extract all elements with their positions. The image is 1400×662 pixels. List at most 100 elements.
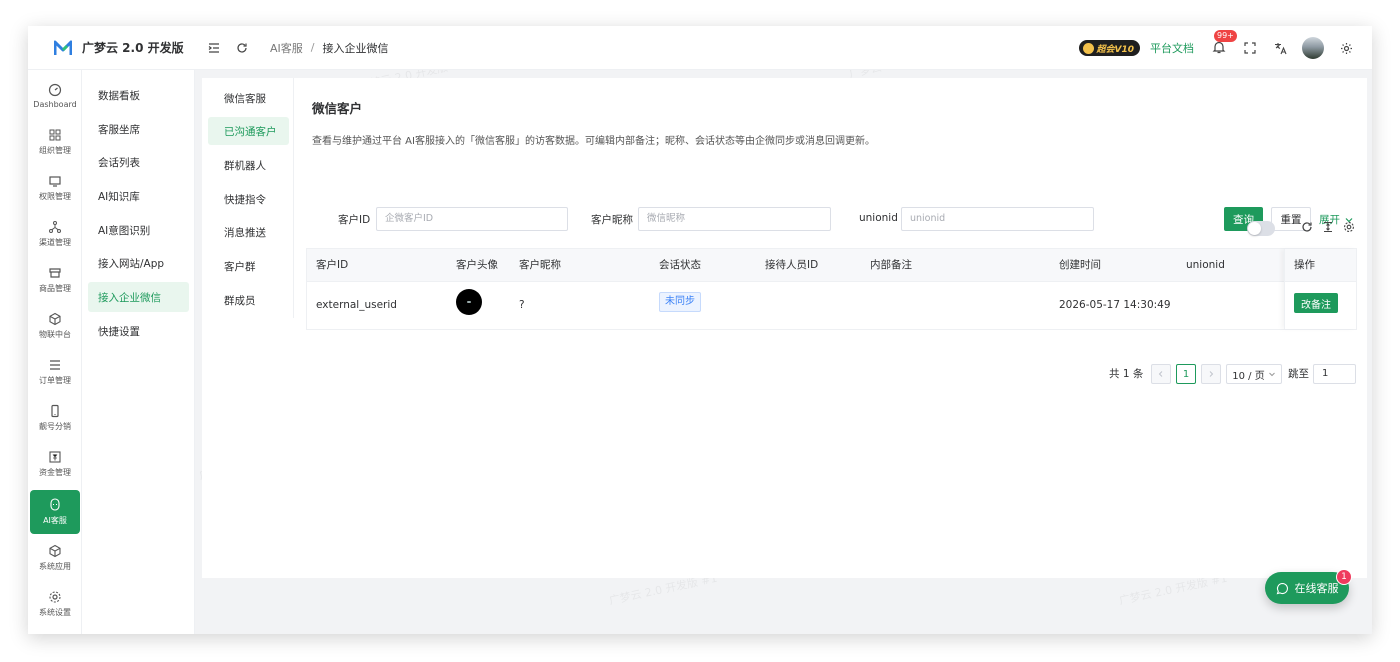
yuan-icon (49, 451, 61, 463)
collapse-menu-icon[interactable] (206, 40, 222, 56)
column-height-icon[interactable] (1321, 220, 1335, 234)
status-badge: 未同步 (659, 292, 701, 312)
nav-item-label: 订单管理 (39, 376, 71, 385)
breadcrumb-separator: / (310, 41, 315, 54)
actions-column: 操作 改备注 (1284, 249, 1356, 329)
chat-bubble-icon (1276, 582, 1288, 594)
submenu-item-agents[interactable]: 客服坐席 (88, 114, 189, 144)
page-title: 微信客户 (312, 101, 363, 116)
main-nav-rail: Dashboard 组织管理 权限管理 渠道管理 商品管理 物联中台 订单管理 (28, 70, 82, 634)
submenu-item-knowledge[interactable]: AI知识库 (88, 181, 189, 211)
submenu-item-sessions[interactable]: 会话列表 (88, 147, 189, 177)
nav-item-ai-service[interactable]: AI客服 (30, 490, 80, 534)
vip-badge[interactable]: 超会V10 (1078, 40, 1140, 56)
cell-created-at: 2026-05-17 14:30:49 (1059, 299, 1171, 311)
column-header: 客户头像 (456, 259, 498, 271)
edit-remark-button[interactable]: 改备注 (1294, 293, 1338, 313)
column-header: 客户昵称 (519, 259, 561, 271)
submenu-item-wecom[interactable]: 接入企业微信 (88, 282, 189, 312)
customer-id-label: 客户ID (338, 214, 371, 226)
submenu-item-quick-settings[interactable]: 快捷设置 (88, 316, 189, 346)
nav-item-label: 资金管理 (39, 468, 71, 477)
tab-wechat-service[interactable]: 微信客服 (208, 84, 289, 112)
customer-id-input[interactable]: 企微客户ID (376, 207, 568, 231)
translate-icon[interactable] (1272, 40, 1288, 56)
table-refresh-icon[interactable] (1300, 220, 1314, 234)
breadcrumb-item[interactable]: AI客服 (270, 40, 303, 56)
nav-item-label: 靓号分销 (39, 422, 71, 431)
crown-icon (1082, 42, 1094, 54)
density-toggle[interactable] (1247, 221, 1275, 236)
customer-avatar[interactable] (456, 289, 482, 315)
dashboard-icon (48, 83, 62, 97)
grid-icon (49, 129, 61, 141)
refresh-icon[interactable] (234, 40, 250, 56)
logo-area[interactable]: 广梦云 2.0 开发版 (28, 26, 196, 70)
settings-gear-icon[interactable] (1338, 40, 1354, 56)
nav-item-label: 物联中台 (39, 330, 71, 339)
robot-icon (50, 498, 60, 511)
user-avatar[interactable] (1302, 37, 1324, 59)
nav-item-finance[interactable]: 资金管理 (30, 442, 80, 486)
header-actions: 超会V10 平台文档 99+ (1078, 26, 1373, 70)
column-header: 操作 (1285, 249, 1356, 282)
column-settings-icon[interactable] (1342, 220, 1356, 234)
top-header: 广梦云 2.0 开发版 AI客服 / 接入企业微信 超会V10 平台文档 99+ (28, 26, 1372, 70)
nav-item-permission[interactable]: 权限管理 (30, 166, 80, 210)
app-title: 广梦云 2.0 开发版 (82, 41, 184, 55)
notification-badge: 99+ (1214, 30, 1237, 42)
nav-item-iot[interactable]: 物联中台 (30, 304, 80, 348)
nav-item-system-settings[interactable]: 系统设置 (30, 582, 80, 626)
jump-page-input[interactable]: 1 (1313, 364, 1356, 384)
jump-label: 跳至 (1288, 368, 1309, 380)
nav-item-label: AI客服 (43, 516, 67, 525)
tab-contacted-customers[interactable]: 已沟通客户 (208, 117, 289, 145)
monitor-icon (49, 176, 61, 187)
prev-page-button[interactable] (1151, 364, 1171, 384)
page-number-button[interactable]: 1 (1176, 364, 1196, 384)
nav-item-org[interactable]: 组织管理 (30, 120, 80, 164)
app-window: 广梦云 2.0 开发版 #1 广梦云 2.0 开发版 #1 广梦云 2.0 开发… (28, 26, 1372, 634)
platform-docs-link[interactable]: 平台文档 (1150, 40, 1194, 56)
nav-item-dashboard[interactable]: Dashboard (30, 74, 80, 118)
gear-icon (49, 591, 61, 603)
fullscreen-icon[interactable] (1242, 40, 1258, 56)
network-icon (49, 221, 61, 233)
page-description: 查看与维护通过平台 AI客服接入的「微信客服」的访客数据。可编辑内部备注；昵称、… (312, 136, 875, 147)
next-page-button[interactable] (1201, 364, 1221, 384)
column-header: 创建时间 (1059, 259, 1101, 271)
submenu-item-intent[interactable]: AI意图识别 (88, 215, 189, 245)
store-icon (49, 268, 61, 278)
support-unread-badge: 1 (1336, 569, 1352, 585)
submenu-item-dashboard[interactable]: 数据看板 (88, 80, 189, 110)
nav-item-label: Dashboard (33, 100, 77, 109)
notification-button[interactable]: 99+ (1212, 30, 1237, 56)
tab-message-push[interactable]: 消息推送 (208, 218, 289, 246)
chevron-left-icon (1158, 371, 1163, 377)
nickname-label: 客户昵称 (591, 214, 633, 226)
tab-group-members[interactable]: 群成员 (208, 286, 289, 314)
column-header: 内部备注 (870, 259, 912, 271)
column-header: 接待人员ID (765, 259, 819, 271)
breadcrumb: AI客服 / 接入企业微信 (270, 40, 389, 56)
nav-item-number-distribution[interactable]: 靓号分销 (30, 396, 80, 440)
nav-item-order[interactable]: 订单管理 (30, 350, 80, 394)
nav-item-system-apps[interactable]: 系统应用 (30, 536, 80, 580)
nav-item-product[interactable]: 商品管理 (30, 258, 80, 302)
unionid-input[interactable]: unionid (901, 207, 1094, 231)
nav-item-label: 渠道管理 (39, 238, 71, 247)
submenu-item-website-app[interactable]: 接入网站/App (88, 248, 189, 278)
tab-group-bot[interactable]: 群机器人 (208, 151, 289, 179)
nav-item-channel[interactable]: 渠道管理 (30, 212, 80, 256)
list-icon (50, 360, 60, 370)
tab-customer-groups[interactable]: 客户群 (208, 252, 289, 280)
column-header: 会话状态 (659, 259, 701, 271)
page-size-select[interactable]: 10 / 页 (1226, 364, 1282, 384)
vip-badge-label: 超会V10 (1096, 44, 1135, 55)
breadcrumb-current: 接入企业微信 (322, 41, 389, 55)
tab-quick-commands[interactable]: 快捷指令 (208, 185, 289, 213)
phone-icon (51, 404, 59, 418)
pagination-total: 共 1 条 (1109, 368, 1144, 380)
unionid-label: unionid (859, 212, 898, 224)
nickname-input[interactable]: 微信昵称 (638, 207, 831, 231)
